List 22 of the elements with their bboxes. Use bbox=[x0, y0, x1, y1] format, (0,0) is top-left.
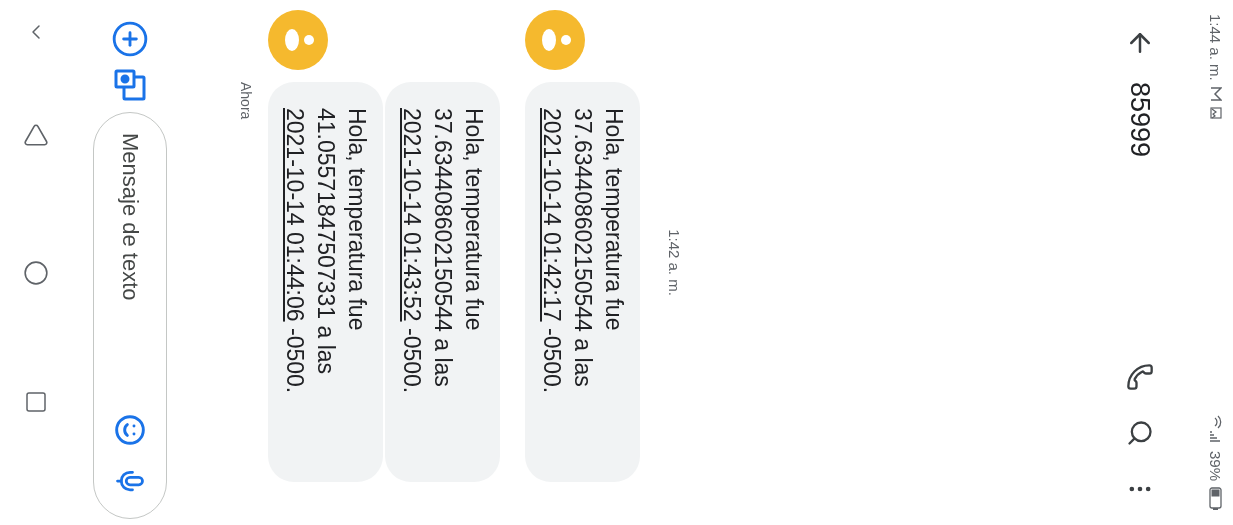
mail-icon bbox=[1210, 86, 1222, 101]
add-button[interactable] bbox=[111, 20, 149, 58]
emoji-button[interactable] bbox=[114, 414, 146, 446]
signal-icon bbox=[1209, 414, 1223, 445]
status-time: 1:44 a. m. bbox=[1207, 14, 1225, 81]
image-icon bbox=[1210, 106, 1222, 119]
date-link[interactable]: 2021-10-14 01:42:17 bbox=[539, 108, 565, 322]
delivery-status: Ahora bbox=[238, 82, 254, 122]
date-link[interactable]: 2021-10-14 01:44:06 bbox=[282, 108, 308, 322]
recents-button[interactable] bbox=[24, 390, 48, 414]
conversation-title: 85999 bbox=[1124, 82, 1156, 160]
battery-icon bbox=[1209, 487, 1223, 511]
message-timestamp: 1:42 a. m. bbox=[666, 229, 683, 296]
battery-percent: 39% bbox=[1207, 450, 1225, 481]
date-link[interactable]: 2021-10-14 01:43:52 bbox=[399, 108, 425, 322]
back-nav-button[interactable] bbox=[23, 122, 49, 148]
home-button[interactable] bbox=[23, 260, 49, 286]
gallery-icon bbox=[113, 68, 147, 102]
message-field[interactable]: Mensaje de texto bbox=[117, 133, 143, 394]
avatar-icon bbox=[525, 10, 585, 70]
avatar-icon bbox=[268, 10, 328, 70]
gallery-button[interactable] bbox=[113, 68, 147, 102]
